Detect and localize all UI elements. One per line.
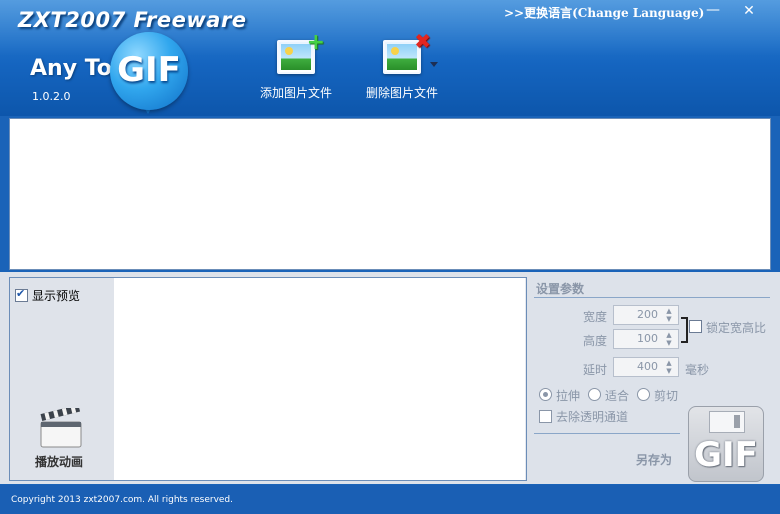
save-as-label[interactable]: 另存为: [636, 451, 672, 468]
lock-ratio-label[interactable]: 锁定宽高比: [706, 319, 766, 336]
settings-divider: [534, 297, 770, 298]
clapperboard-icon[interactable]: [40, 408, 82, 448]
crop-radio-label[interactable]: 剪切: [654, 387, 678, 404]
height-value: 100: [637, 332, 658, 345]
image-file-list[interactable]: [9, 118, 771, 270]
crop-radio[interactable]: [637, 388, 650, 401]
close-button[interactable]: ✕: [734, 2, 764, 20]
delete-image-button[interactable]: ✖ 删除图片文件: [352, 29, 452, 101]
fit-radio[interactable]: [588, 388, 601, 401]
save-gif-button[interactable]: GIF: [688, 406, 764, 482]
remove-alpha-checkbox[interactable]: [539, 410, 552, 423]
spinner-arrows-icon[interactable]: ▲ ▼: [662, 331, 676, 347]
spinner-arrows-icon[interactable]: ▲ ▼: [662, 307, 676, 323]
spinner-arrows-icon[interactable]: ▲ ▼: [662, 359, 676, 375]
logo-gif-text: GIF: [117, 50, 181, 90]
minimize-button[interactable]: —: [700, 2, 726, 20]
close-icon: ✕: [743, 3, 755, 19]
stretch-radio[interactable]: [539, 388, 552, 401]
show-preview-checkbox[interactable]: [15, 287, 28, 302]
change-language-link[interactable]: >>更换语言(Change Language): [504, 4, 704, 21]
delete-x-icon: ✖: [414, 29, 431, 53]
delay-unit-label: 毫秒: [685, 363, 710, 377]
fit-radio-label[interactable]: 适合: [605, 387, 629, 404]
version-label: 1.0.2.0: [32, 90, 71, 103]
dropdown-arrow-icon[interactable]: [430, 62, 438, 67]
height-label: 高度: [583, 334, 608, 348]
show-preview-label[interactable]: 显示预览: [32, 287, 80, 304]
width-label: 宽度: [583, 310, 608, 324]
add-image-label: 添加图片文件: [259, 86, 332, 100]
delay-label: 延时: [583, 363, 608, 377]
preview-sidebar: [10, 278, 114, 480]
delay-spinner[interactable]: 400 ▲ ▼: [613, 357, 679, 377]
add-image-icon: +: [277, 30, 325, 74]
play-animation-label[interactable]: 播放动画: [35, 453, 83, 470]
delete-image-label: 删除图片文件: [365, 86, 438, 100]
lock-ratio-checkbox[interactable]: [689, 320, 702, 333]
floppy-icon: [709, 411, 745, 433]
delay-value: 400: [637, 360, 658, 373]
app-title: ZXT2007 Freeware: [18, 8, 247, 32]
plus-icon: +: [306, 30, 325, 55]
delete-image-icon: ✖: [383, 29, 431, 74]
save-gif-text: GIF: [694, 435, 758, 475]
logo-any-to: Any To: [30, 56, 112, 81]
height-spinner[interactable]: 100 ▲ ▼: [613, 329, 679, 349]
copyright-text: Copyright 2013 zxt2007.com. All rights r…: [11, 495, 234, 505]
minimize-icon: —: [706, 2, 720, 18]
preview-canvas: [114, 278, 525, 480]
remove-alpha-label[interactable]: 去除透明通道: [556, 408, 628, 425]
settings-title: 设置参数: [536, 282, 585, 296]
link-bracket-icon: [681, 317, 688, 343]
add-image-button[interactable]: + 添加图片文件: [246, 30, 346, 101]
width-spinner[interactable]: 200 ▲ ▼: [613, 305, 679, 325]
settings-divider-lower: [534, 433, 680, 434]
stretch-radio-label[interactable]: 拉伸: [556, 387, 580, 404]
width-value: 200: [637, 308, 658, 321]
